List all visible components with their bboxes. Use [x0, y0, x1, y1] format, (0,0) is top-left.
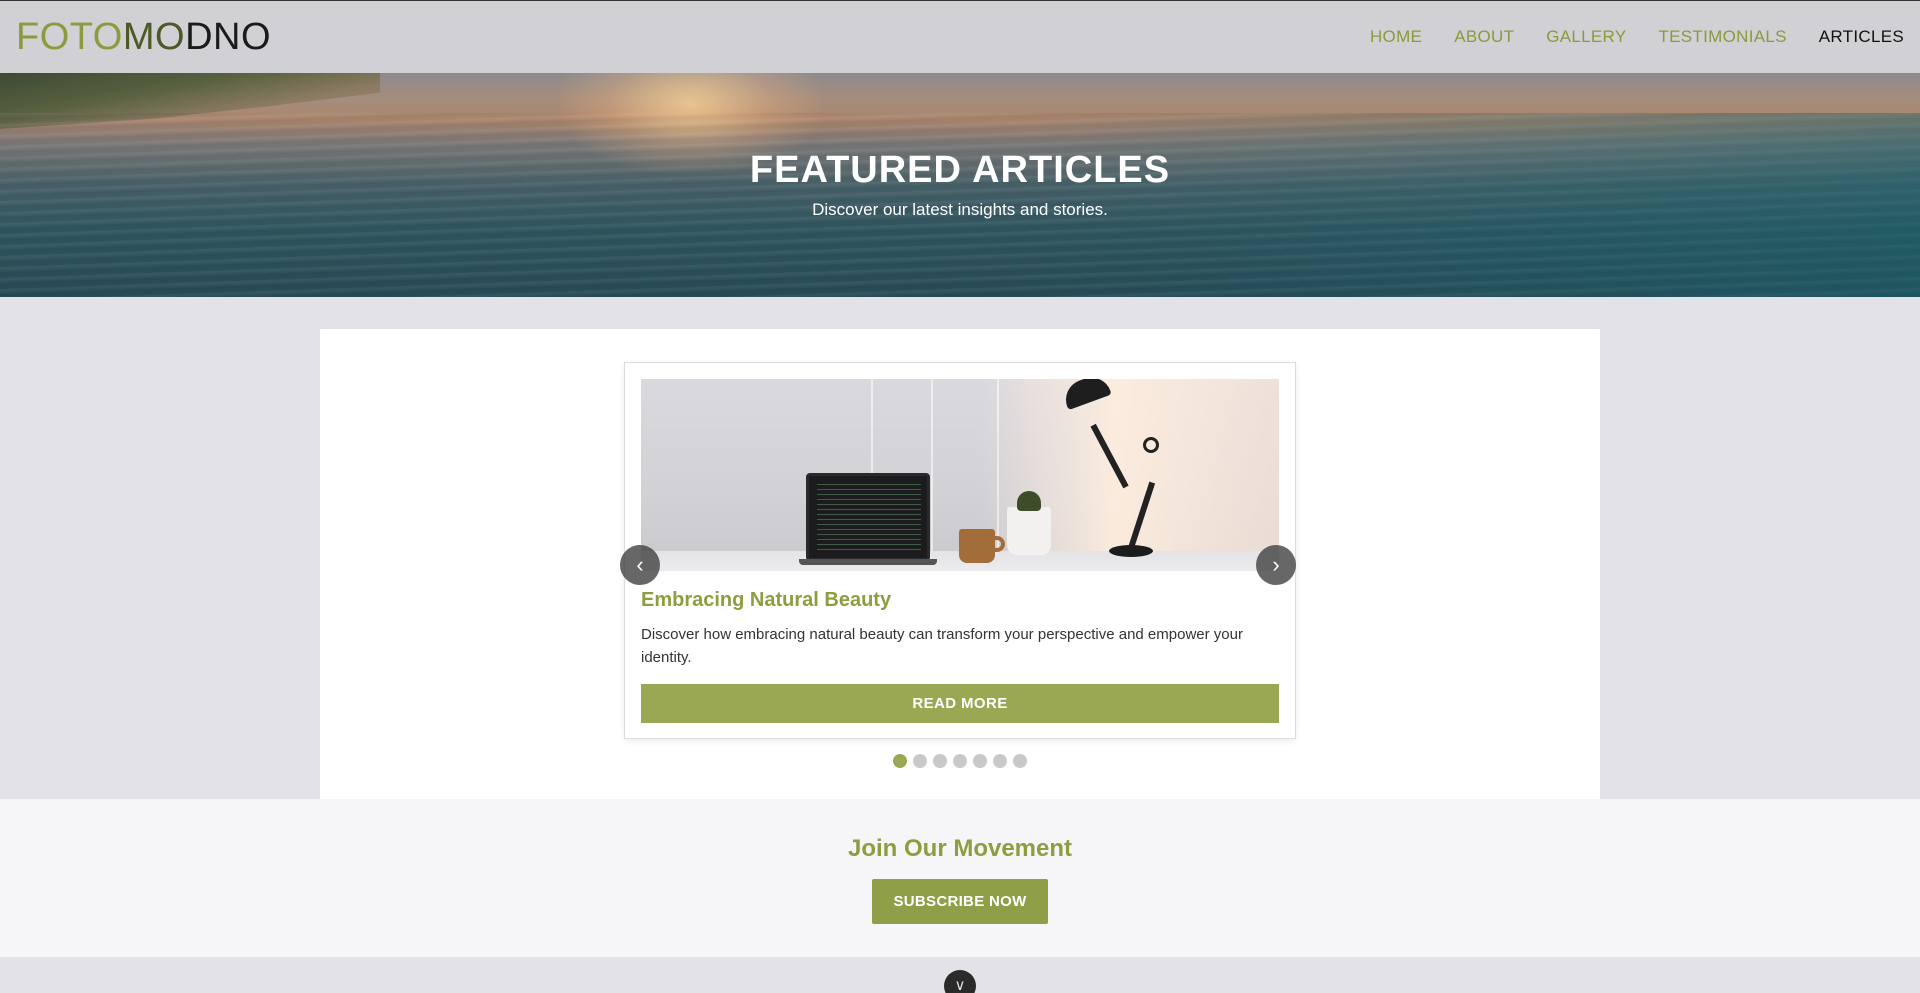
articles-panel: Embracing Natural Beauty Discover how em… — [320, 329, 1600, 799]
image-laptop-base — [799, 559, 937, 565]
carousel-dot-5[interactable] — [973, 754, 987, 768]
hero-banner: FEATURED ARTICLES Discover our latest in… — [0, 73, 1920, 297]
main-nav: HOME ABOUT GALLERY TESTIMONIALS ARTICLES — [1338, 27, 1904, 47]
carousel-dot-4[interactable] — [953, 754, 967, 768]
logo-part-dno: DNO — [185, 16, 272, 58]
logo-part-mo: MO — [122, 16, 186, 58]
join-title: Join Our Movement — [847, 835, 1073, 862]
chevron-right-icon: › — [1272, 552, 1280, 577]
chevron-left-icon: ‹ — [636, 552, 644, 577]
hero-title: FEATURED ARTICLES — [749, 149, 1171, 191]
carousel-dot-1[interactable] — [893, 754, 907, 768]
logo-part-foto: FOTO — [16, 16, 123, 58]
nav-link-articles[interactable]: ARTICLES — [1819, 27, 1904, 47]
article-title[interactable]: Embracing Natural Beauty — [641, 589, 891, 612]
top-navbar: FOTOMODNO HOME ABOUT GALLERY TESTIMONIAL… — [0, 0, 1920, 73]
carousel-indicators — [320, 754, 1600, 768]
carousel-dot-2[interactable] — [913, 754, 927, 768]
carousel-dot-7[interactable] — [1013, 754, 1027, 768]
image-lamp-joint — [1143, 437, 1159, 453]
image-laptop-code — [817, 484, 921, 552]
image-plant-pot — [1007, 507, 1051, 555]
image-mug — [959, 529, 995, 563]
join-section: Join Our Movement SUBSCRIBE NOW — [0, 799, 1920, 957]
image-laptop — [806, 473, 930, 561]
chevron-down-icon: ∨ — [954, 977, 966, 993]
nav-link-home[interactable]: HOME — [1370, 27, 1422, 47]
article-image — [641, 379, 1279, 571]
carousel-dot-3[interactable] — [933, 754, 947, 768]
site-logo[interactable]: FOTOMODNO — [16, 18, 271, 56]
hero-subtitle: Discover our latest insights and stories… — [812, 200, 1108, 219]
image-wall-panel — [931, 379, 933, 571]
carousel-next-button[interactable]: › — [1256, 545, 1296, 585]
nav-link-gallery[interactable]: GALLERY — [1546, 27, 1626, 47]
read-more-button[interactable]: READ MORE — [641, 684, 1279, 723]
nav-link-about[interactable]: ABOUT — [1454, 27, 1514, 47]
nav-link-testimonials[interactable]: TESTIMONIALS — [1658, 27, 1786, 47]
image-lamp-base — [1109, 545, 1153, 557]
carousel-dot-6[interactable] — [993, 754, 1007, 768]
article-card: Embracing Natural Beauty Discover how em… — [624, 362, 1296, 739]
carousel-prev-button[interactable]: ‹ — [620, 545, 660, 585]
subscribe-button[interactable]: SUBSCRIBE NOW — [872, 879, 1048, 924]
article-description: Discover how embracing natural beauty ca… — [641, 626, 1243, 666]
image-cactus — [1017, 491, 1041, 511]
